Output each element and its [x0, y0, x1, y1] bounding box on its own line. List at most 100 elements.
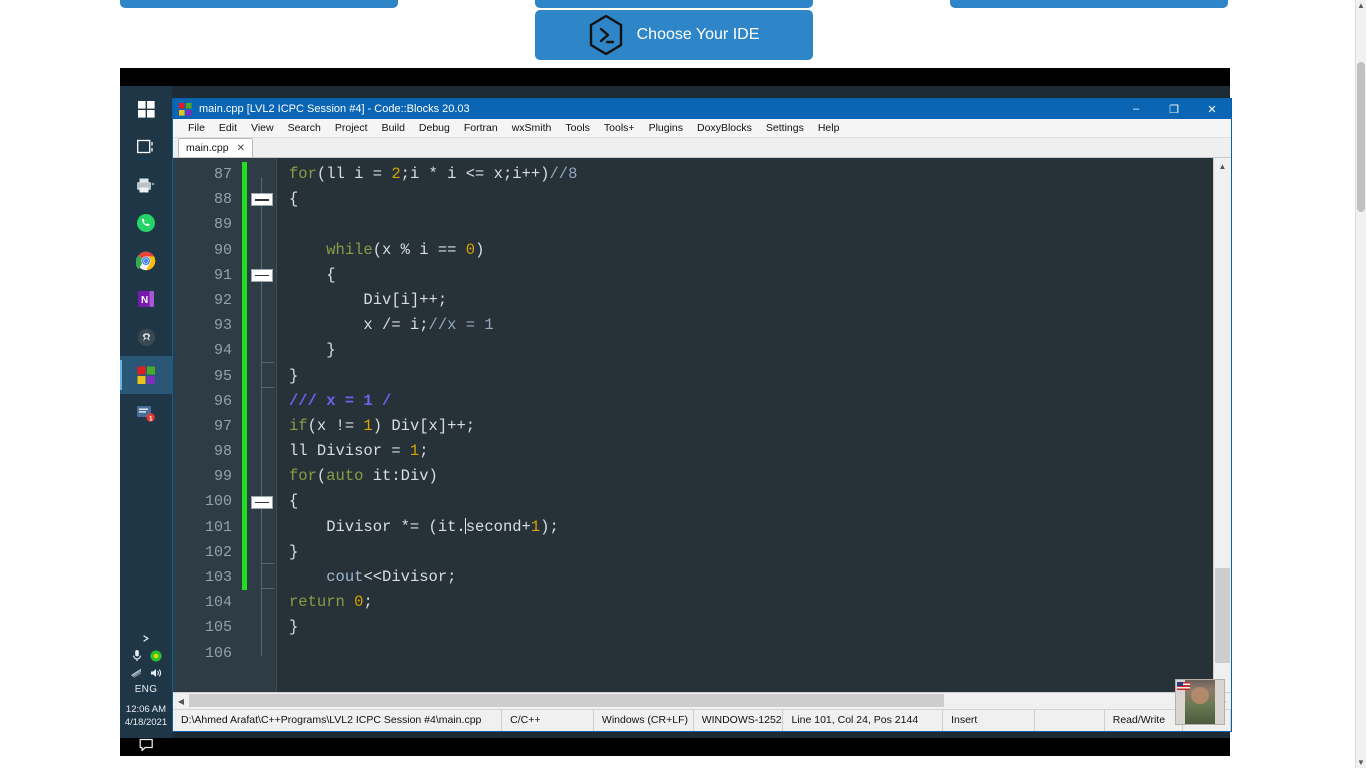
- taskbar-item-start[interactable]: [120, 90, 172, 128]
- menu-item-file[interactable]: File: [181, 119, 212, 137]
- code-line: }: [289, 615, 1213, 640]
- menu-item-plugins[interactable]: Plugins: [642, 119, 690, 137]
- scroll-up-arrow[interactable]: ▲: [1214, 158, 1231, 175]
- taskbar-item-onenote[interactable]: N: [120, 280, 172, 318]
- menu-item-edit[interactable]: Edit: [212, 119, 244, 137]
- code-token: (: [317, 467, 326, 485]
- code-token: ;i * i <= x;i++): [401, 165, 550, 183]
- code-token: 1: [410, 442, 419, 460]
- taskbar-item-discord[interactable]: [120, 318, 172, 356]
- line-number: 101: [173, 515, 232, 540]
- line-number: 99: [173, 464, 232, 489]
- window-title-bar[interactable]: main.cpp [LVL2 ICPC Session #4] - Code::…: [173, 99, 1231, 119]
- code-token: {: [289, 266, 336, 284]
- wifi-icon[interactable]: [130, 667, 143, 679]
- vertical-scroll-thumb[interactable]: [1215, 568, 1230, 663]
- taskbar-item-task-view[interactable]: [120, 128, 172, 166]
- menu-item-search[interactable]: Search: [281, 119, 328, 137]
- close-icon[interactable]: ✕: [237, 143, 245, 154]
- whatsapp-icon: [136, 213, 156, 233]
- speaker-icon[interactable]: [150, 667, 163, 679]
- line-number: 91: [173, 263, 232, 288]
- webcam-thumbnail[interactable]: [1175, 679, 1225, 725]
- code-token: Div[i]++;: [289, 291, 447, 309]
- editor-tab-label: main.cpp: [186, 142, 229, 154]
- close-button[interactable]: ✕: [1193, 99, 1231, 119]
- code-line: {: [289, 187, 1213, 212]
- code-token: //x = 1: [429, 316, 494, 334]
- menu-item-tools-plus[interactable]: Tools+: [597, 119, 642, 137]
- menu-item-project[interactable]: Project: [328, 119, 375, 137]
- choose-your-ide-button[interactable]: Choose Your IDE: [535, 10, 813, 60]
- codeblocks-icon: [137, 366, 156, 385]
- line-number: 104: [173, 590, 232, 615]
- code-token: ll Divisor =: [289, 442, 410, 460]
- page-scroll-up-arrow[interactable]: ▲: [1356, 0, 1366, 11]
- taskbar-item-messages[interactable]: 1: [120, 394, 172, 432]
- line-number: 105: [173, 615, 232, 640]
- tray-network-row[interactable]: [120, 664, 172, 681]
- code-line: }: [289, 338, 1213, 363]
- line-number: 88: [173, 187, 232, 212]
- tray-language[interactable]: ENG: [120, 684, 172, 695]
- editor-horizontal-scrollbar[interactable]: ◀ ▶: [173, 692, 1231, 709]
- taskbar-item-mail[interactable]: [120, 166, 172, 204]
- fold-toggle-icon[interactable]: [251, 496, 273, 509]
- top-button-right[interactable]: [950, 0, 1228, 8]
- menu-item-tools[interactable]: Tools: [558, 119, 597, 137]
- menu-item-debug[interactable]: Debug: [412, 119, 457, 137]
- menu-item-wxsmith[interactable]: wxSmith: [505, 119, 559, 137]
- page-scroll-thumb[interactable]: [1357, 62, 1365, 212]
- taskbar-item-codeblocks[interactable]: [120, 356, 172, 394]
- menu-item-build[interactable]: Build: [375, 119, 412, 137]
- onenote-icon: N: [137, 290, 155, 308]
- menu-item-doxyblocks[interactable]: DoxyBlocks: [690, 119, 759, 137]
- editor-tab-main-cpp[interactable]: main.cpp ✕: [178, 138, 253, 157]
- tray-date[interactable]: 4/18/2021: [120, 716, 172, 729]
- fold-margin[interactable]: [248, 158, 277, 692]
- code-editor[interactable]: 8788899091929394959697989910010110210310…: [173, 158, 1213, 692]
- restore-button[interactable]: ❐: [1155, 99, 1193, 119]
- status-language: C/C++: [502, 710, 594, 731]
- tray-chevron-row[interactable]: [120, 630, 172, 647]
- code-token: second+: [466, 518, 531, 536]
- editor-vertical-scrollbar[interactable]: ▲ ▼: [1213, 158, 1231, 692]
- taskbar-item-whatsapp[interactable]: [120, 204, 172, 242]
- menu-item-help[interactable]: Help: [811, 119, 847, 137]
- line-number: 98: [173, 439, 232, 464]
- fold-toggle-icon[interactable]: [251, 193, 273, 206]
- code-token: while: [326, 241, 373, 259]
- scroll-left-arrow[interactable]: ◀: [173, 693, 189, 709]
- screen-root: Choose Your IDE ▲ ▼: [0, 0, 1366, 768]
- fold-toggle-icon[interactable]: [251, 269, 273, 282]
- choose-your-ide-label: Choose Your IDE: [637, 26, 760, 44]
- status-blank: [1035, 710, 1105, 731]
- minimize-button[interactable]: –: [1117, 99, 1155, 119]
- top-button-left[interactable]: [120, 0, 398, 8]
- code-token: it:Div): [363, 467, 437, 485]
- line-number: 90: [173, 238, 232, 263]
- tray-time[interactable]: 12:06 AM: [120, 703, 172, 716]
- green-status-dot-icon[interactable]: [150, 650, 162, 662]
- microphone-icon[interactable]: [131, 649, 143, 662]
- fold-end-tick: [261, 588, 274, 589]
- code-token: for: [289, 467, 317, 485]
- window-controls: – ❐ ✕: [1117, 99, 1231, 119]
- menu-item-settings[interactable]: Settings: [759, 119, 811, 137]
- top-button-center[interactable]: [535, 0, 813, 8]
- code-line: }: [289, 540, 1213, 565]
- chevron-up-icon[interactable]: [141, 633, 152, 644]
- menu-item-view[interactable]: View: [244, 119, 281, 137]
- menu-item-fortran[interactable]: Fortran: [457, 119, 505, 137]
- code-text[interactable]: for(ll i = 2;i * i <= x;i++)//8{ while(x…: [277, 158, 1213, 692]
- code-token: ;: [363, 593, 372, 611]
- action-center-icon[interactable]: [139, 738, 154, 752]
- tray-mic-row[interactable]: [120, 647, 172, 664]
- tray-action-center[interactable]: [120, 738, 172, 754]
- line-number: 96: [173, 389, 232, 414]
- horizontal-scroll-thumb[interactable]: [189, 694, 944, 707]
- page-scrollbar[interactable]: ▲ ▼: [1355, 0, 1366, 768]
- code-token: }: [289, 367, 298, 385]
- page-scroll-down-arrow[interactable]: ▼: [1356, 757, 1366, 768]
- taskbar-item-chrome[interactable]: [120, 242, 172, 280]
